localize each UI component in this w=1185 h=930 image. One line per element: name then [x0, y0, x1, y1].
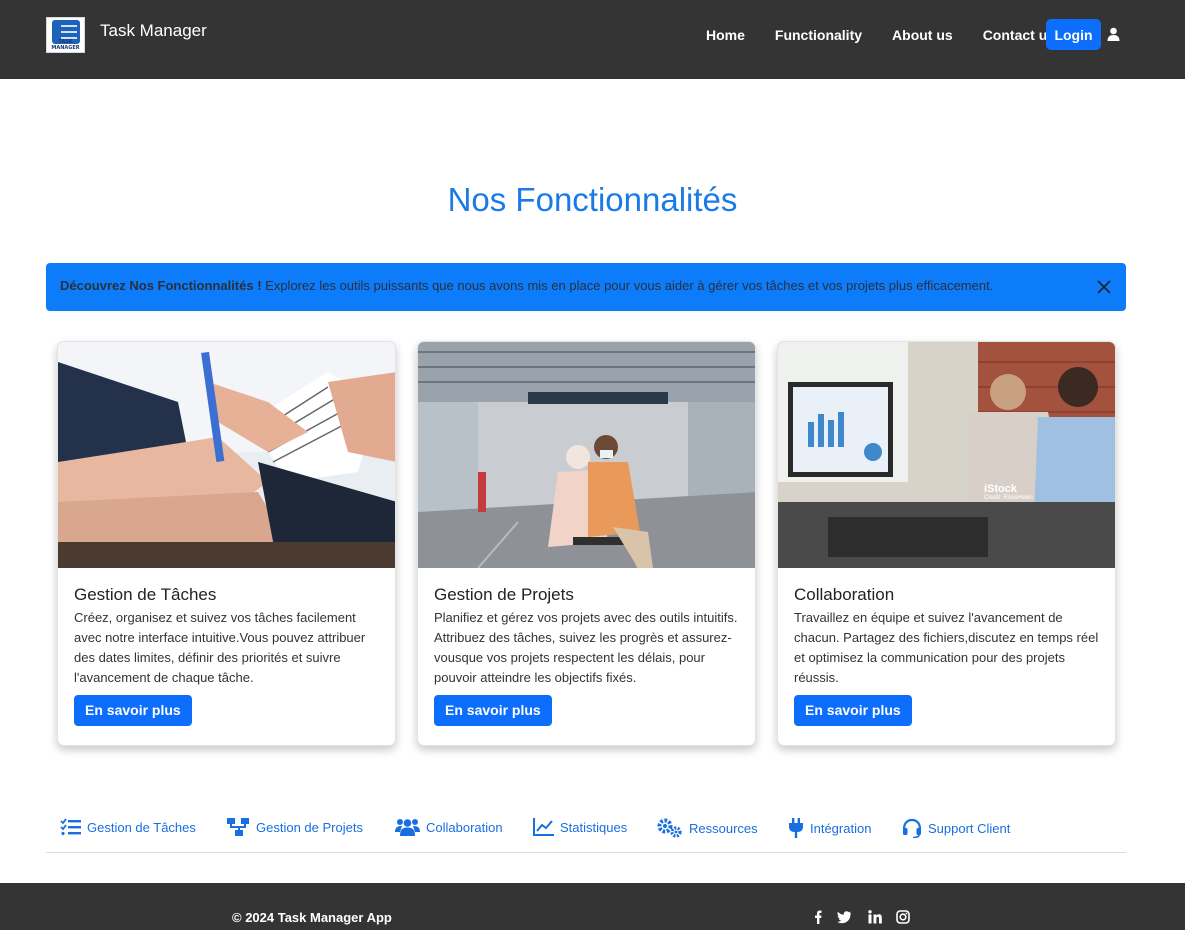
station-waiting-photo [418, 342, 755, 568]
image-credit: Credit: RossHelen [984, 495, 1033, 501]
card-title: Collaboration [794, 585, 895, 604]
close-icon[interactable] [1096, 279, 1112, 295]
feature-card-tasks: Gestion de Tâches Créez, organisez et su… [57, 341, 396, 746]
footer: © 2024 Task Manager App [0, 883, 1185, 930]
istock-watermark: iStock [984, 483, 1018, 495]
list-check-icon [60, 818, 81, 836]
nav-home[interactable]: Home [706, 27, 745, 43]
feature-link-support[interactable]: Support Client [902, 818, 1010, 838]
feature-link-resources[interactable]: Ressources [657, 818, 758, 838]
facebook-icon[interactable] [812, 910, 826, 924]
alert-heading: Découvrez Nos Fonctionnalités ! [60, 278, 262, 293]
nav-contact-us[interactable]: Contact us [983, 27, 1055, 43]
brand-logo[interactable]: TASK MANAGER [46, 17, 85, 53]
feature-card-projects: Gestion de Projets Planifiez et gérez vo… [417, 341, 756, 746]
team-computer-photo: iStock Credit: RossHelen [778, 342, 1115, 568]
card-title: Gestion de Projets [434, 585, 574, 604]
feature-link-integration[interactable]: Intégration [788, 818, 871, 838]
page-title: Nos Fonctionnalités [447, 181, 738, 218]
instagram-icon[interactable] [896, 910, 910, 924]
handshake-documents-photo [58, 342, 395, 568]
nav-functionality[interactable]: Functionality [775, 27, 862, 43]
headset-icon [902, 818, 922, 838]
users-icon [395, 819, 420, 836]
info-alert: Découvrez Nos Fonctionnalités ! Explorez… [46, 263, 1126, 311]
learn-more-button[interactable]: En savoir plus [434, 695, 552, 726]
nav-about-us[interactable]: About us [892, 27, 953, 43]
alert-text: Explorez les outils puissants que nous a… [261, 278, 994, 293]
sitemap-icon [227, 818, 249, 836]
line-chart-icon [533, 818, 554, 836]
feature-label: Ressources [689, 820, 758, 836]
learn-more-button[interactable]: En savoir plus [74, 695, 192, 726]
learn-more-button[interactable]: En savoir plus [794, 695, 912, 726]
user-icon[interactable] [1107, 27, 1120, 41]
linkedin-icon[interactable] [868, 910, 882, 924]
feature-link-tasks[interactable]: Gestion de Tâches [60, 818, 196, 836]
feature-links: Gestion de Tâches Gestion de Projets Col… [46, 815, 1126, 853]
navbar: TASK MANAGER Task Manager Home Functiona… [0, 0, 1185, 79]
feature-label: Statistiques [560, 819, 628, 835]
feature-link-collaboration[interactable]: Collaboration [395, 818, 503, 836]
feature-label: Gestion de Projets [256, 819, 363, 835]
feature-label: Collaboration [426, 819, 503, 835]
card-title: Gestion de Tâches [74, 585, 217, 604]
copyright: © 2024 Task Manager App [232, 910, 392, 925]
login-button[interactable]: Login [1046, 19, 1101, 50]
cogs-icon [657, 818, 682, 838]
feature-link-statistics[interactable]: Statistiques [533, 818, 627, 836]
feature-label: Intégration [810, 820, 872, 836]
feature-label: Support Client [928, 820, 1011, 836]
feature-label: Gestion de Tâches [87, 819, 196, 835]
plug-icon [789, 818, 803, 838]
nav-links: Home Functionality About us Contact us [706, 27, 1085, 43]
card-text: Créez, organisez et suivez vos tâches fa… [74, 610, 366, 685]
twitter-icon[interactable] [837, 910, 851, 924]
feature-card-collaboration: iStock Credit: RossHelen Collaboration T… [777, 341, 1116, 746]
card-text: Travaillez en équipe et suivez l'avancem… [794, 610, 1099, 685]
feature-link-projects[interactable]: Gestion de Projets [227, 818, 363, 836]
card-text: Planifiez et gérez vos projets avec des … [434, 610, 738, 685]
brand-title[interactable]: Task Manager [100, 21, 207, 41]
logo-caption: TASK MANAGER [51, 39, 80, 51]
